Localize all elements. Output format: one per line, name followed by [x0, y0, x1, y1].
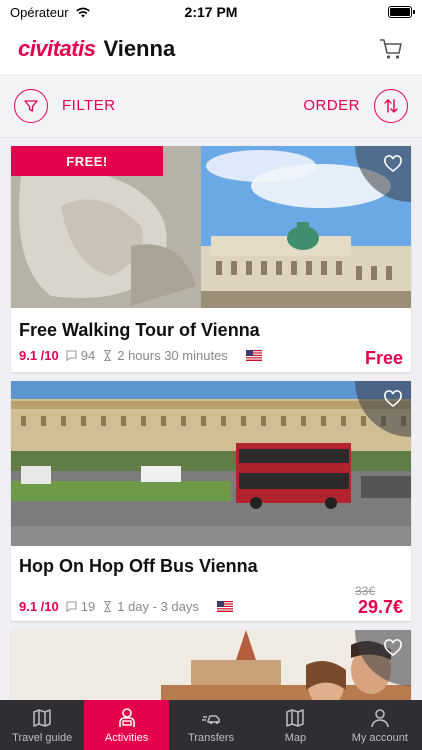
user-icon — [371, 708, 389, 727]
order-button[interactable] — [374, 88, 408, 123]
tab-map[interactable]: Map — [253, 700, 337, 750]
filter-label[interactable]: FILTER — [62, 97, 116, 114]
brand-logo[interactable]: civitatis — [18, 36, 96, 62]
activity-meta: 9.1 /10 19 1 day - 3 days — [19, 599, 233, 614]
cart-icon[interactable] — [378, 36, 404, 62]
activity-photo: FREE! — [11, 146, 411, 308]
tab-label: Travel guide — [12, 731, 73, 744]
original-price: 33€ — [354, 584, 375, 598]
reviews-count: 94 — [65, 348, 95, 363]
activity-card[interactable]: FREE! Free Walking Tour of Vienna 9.1 /1… — [11, 146, 411, 372]
order-control[interactable]: ORDER — [303, 88, 408, 123]
hourglass-icon — [104, 349, 112, 362]
duration-value: 2 hours 30 minutes — [117, 348, 228, 363]
activity-title[interactable]: Free Walking Tour of Vienna — [19, 320, 260, 341]
reviews-count-value: 19 — [80, 599, 96, 614]
status-bar: Opérateur 2:17 PM — [0, 0, 422, 24]
sort-arrows-icon — [384, 98, 398, 113]
person-icon — [118, 707, 135, 727]
app-header: civitatis Vienna — [0, 24, 422, 74]
tab-my-account[interactable]: My account — [338, 700, 422, 750]
duration: 1 day - 3 days — [101, 599, 199, 614]
tab-label: My account — [351, 731, 408, 744]
free-badge: FREE! — [11, 146, 163, 176]
comment-icon — [66, 601, 77, 613]
wifi-icon — [75, 7, 90, 18]
us-flag-icon — [216, 601, 233, 612]
tab-bar: Travel guide Activities Transfers Map My… — [0, 700, 422, 750]
activity-photo — [11, 381, 411, 546]
rating-value: 9.1 /10 — [19, 348, 59, 363]
page-title: Vienna — [103, 36, 176, 61]
tab-label: Map — [284, 731, 307, 744]
heart-icon — [384, 390, 402, 408]
tab-transfers[interactable]: Transfers — [169, 700, 253, 750]
filter-bar: FILTER ORDER — [0, 74, 422, 138]
carrier-label: Opérateur — [10, 4, 69, 20]
tab-travel-guide[interactable]: Travel guide — [0, 700, 84, 750]
map-icon — [286, 708, 305, 727]
rating-value: 9.1 /10 — [19, 599, 59, 614]
filter-button[interactable] — [14, 88, 48, 123]
price: Free — [364, 348, 403, 368]
tab-label: Activities — [104, 731, 149, 744]
battery-icon — [388, 6, 415, 18]
activity-card[interactable]: Hop On Hop Off Bus Vienna 9.1 /10 19 1 d… — [11, 381, 411, 621]
reviews-count-value: 94 — [80, 348, 96, 363]
order-label[interactable]: ORDER — [303, 97, 360, 114]
comment-icon — [66, 350, 77, 362]
reviews-count: 19 — [65, 599, 95, 614]
car-icon — [202, 714, 220, 724]
hourglass-icon — [104, 600, 112, 613]
map-book-icon — [33, 708, 51, 727]
tab-label: Transfers — [187, 731, 235, 744]
heart-icon — [384, 155, 402, 173]
funnel-icon — [24, 99, 38, 112]
us-flag-icon — [245, 350, 262, 361]
bus-palace-photo-illustration — [11, 381, 411, 546]
duration: 2 hours 30 minutes — [101, 348, 228, 363]
activity-title[interactable]: Hop On Hop Off Bus Vienna — [19, 556, 258, 577]
duration-value: 1 day - 3 days — [117, 599, 199, 614]
price: 29.7€ — [357, 597, 403, 617]
heart-icon — [384, 639, 402, 657]
tab-activities[interactable]: Activities — [84, 700, 169, 750]
activity-meta: 9.1 /10 94 2 hours 30 minutes — [19, 348, 262, 363]
